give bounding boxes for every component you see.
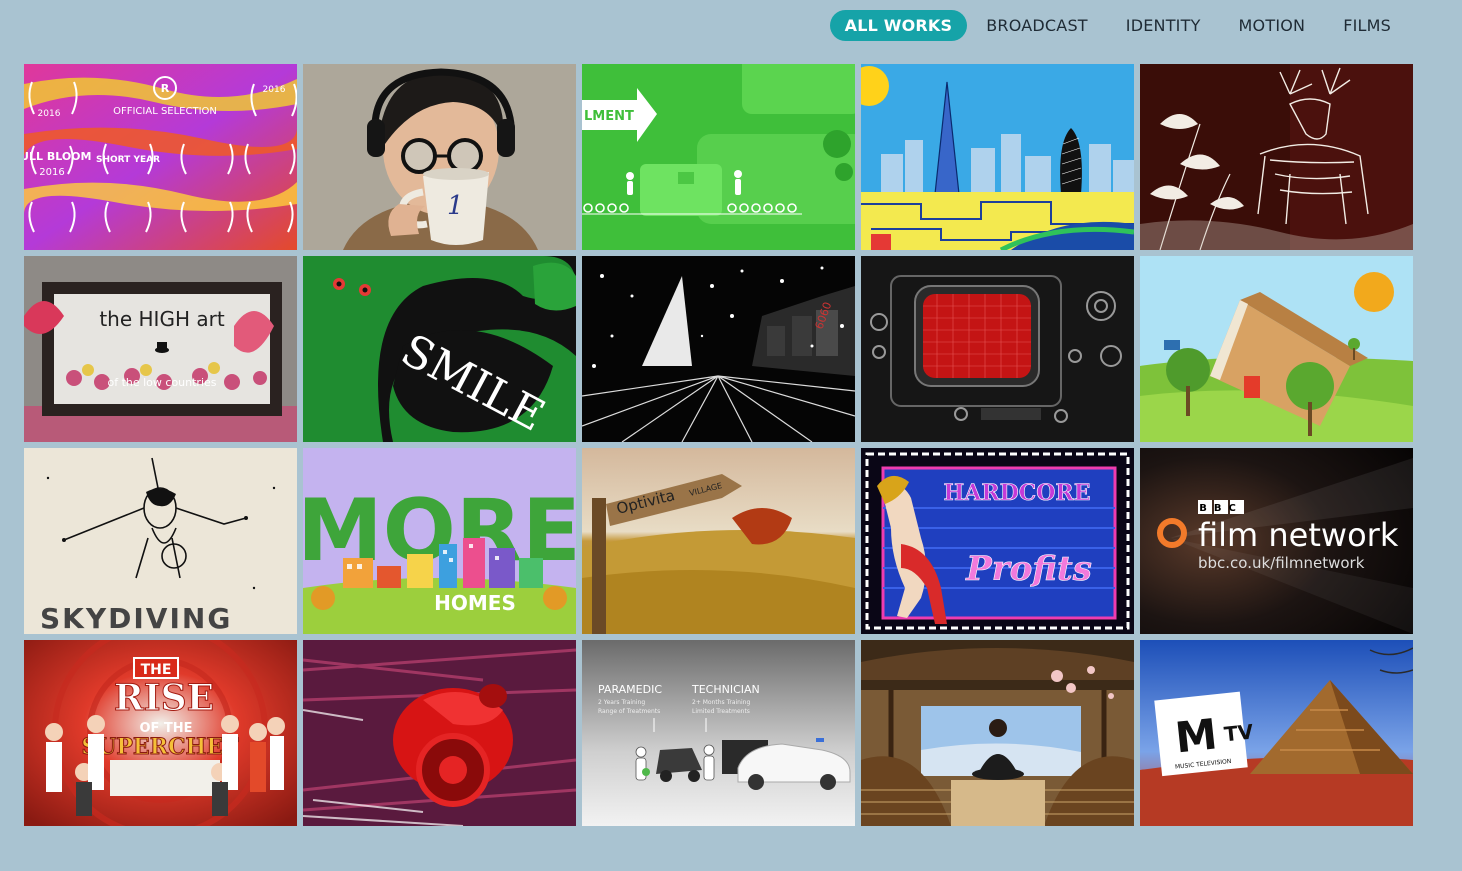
work-thumbnail-rise-of-the-superchef[interactable]: THE RISE OF THE SUPERCHEF (24, 640, 297, 826)
work-thumbnail-festival-laurels[interactable]: R OFFICIAL SELECTION FULL BLOOM 2016 SHO… (24, 64, 297, 250)
svg-text:RISE: RISE (114, 677, 214, 719)
thumbnail-image: HARDCORE Profits (861, 448, 1134, 634)
thumbnail-image: M TV MUSIC TELEVISION (1140, 640, 1413, 826)
svg-text:2 Years Training: 2 Years Training (598, 699, 645, 706)
thumbnail-image (1140, 256, 1413, 442)
filter-identity[interactable]: IDENTITY (1107, 10, 1220, 41)
tile-text: BBC (1199, 503, 1243, 514)
svg-text:of the low countries: of the low countries (107, 376, 216, 389)
svg-text:2016: 2016 (263, 85, 286, 95)
work-thumbnail-meditation-temple[interactable] (861, 640, 1134, 826)
svg-text:2016: 2016 (39, 167, 64, 178)
svg-text:Limited Treatments: Limited Treatments (692, 708, 750, 715)
work-thumbnail-vintage-radio[interactable] (861, 256, 1134, 442)
tile-text: SKYDIVING (40, 602, 232, 634)
svg-text:2+ Months Training: 2+ Months Training (692, 699, 750, 706)
svg-text:HOMES: HOMES (434, 591, 516, 615)
svg-text:bbc.co.uk/filmnetwork: bbc.co.uk/filmnetwork (1198, 554, 1365, 572)
svg-text:2016: 2016 (38, 109, 61, 119)
svg-text:TECHNICIAN: TECHNICIAN (691, 683, 760, 696)
tile-text: LMENT (584, 109, 634, 124)
category-filter-nav: ALL WORKS BROADCAST IDENTITY MOTION FILM… (829, 10, 1410, 41)
work-thumbnail-more-homes[interactable]: MORE HOMES (303, 448, 576, 634)
tile-text: 1 (447, 191, 464, 221)
filter-broadcast[interactable]: BROADCAST (967, 10, 1107, 41)
svg-text:SUPERCHEF: SUPERCHEF (81, 734, 239, 760)
thumbnail-image (861, 640, 1134, 826)
tile-text: HARDCORE (944, 480, 1091, 506)
svg-text:Range of Treatments: Range of Treatments (598, 708, 660, 715)
svg-text:TV: TV (1223, 719, 1255, 746)
work-thumbnail-skydiving[interactable]: SKYDIVING (24, 448, 297, 634)
tile-text: THE (141, 662, 172, 678)
thumbnail-image (303, 640, 576, 826)
work-thumbnail-bbc-film-network[interactable]: BBC film network bbc.co.uk/filmnetwork (1140, 448, 1413, 634)
works-grid: R OFFICIAL SELECTION FULL BLOOM 2016 SHO… (24, 64, 1413, 826)
thumbnail-image (1140, 64, 1413, 250)
filter-all-works[interactable]: ALL WORKS (829, 10, 968, 41)
thumbnail-image: Optivita VILLAGE (582, 448, 855, 634)
work-thumbnail-paramedic-technician[interactable]: PARAMEDIC 2 Years Training Range of Trea… (582, 640, 855, 826)
filter-films[interactable]: FILMS (1324, 10, 1410, 41)
thumbnail-image: 6060 (582, 256, 855, 442)
work-thumbnail-red-motorbike[interactable] (303, 640, 576, 826)
thumbnail-image: PARAMEDIC 2 Years Training Range of Trea… (582, 640, 855, 826)
work-thumbnail-stag[interactable] (1140, 64, 1413, 250)
work-thumbnail-mug-portrait[interactable]: 1 (303, 64, 576, 250)
tile-text: PARAMEDIC (598, 683, 662, 696)
svg-text:R: R (161, 82, 170, 95)
work-thumbnail-green-pension[interactable]: LMENT (582, 64, 855, 250)
svg-text:Profits: Profits (965, 549, 1092, 589)
thumbnail-image: BBC film network bbc.co.uk/filmnetwork (1140, 448, 1413, 634)
thumbnail-image: MORE HOMES (303, 448, 576, 634)
work-thumbnail-smile[interactable]: SMILE (303, 256, 576, 442)
thumbnail-image: R OFFICIAL SELECTION FULL BLOOM 2016 SHO… (24, 64, 297, 250)
work-thumbnail-hardcore-profits[interactable]: HARDCORE Profits (861, 448, 1134, 634)
thumbnail-image: SKYDIVING (24, 448, 297, 634)
filter-motion[interactable]: MOTION (1220, 10, 1325, 41)
work-thumbnail-optivita-village[interactable]: Optivita VILLAGE (582, 448, 855, 634)
tile-text: OFFICIAL SELECTION (113, 106, 217, 117)
thumbnail-image: 1 (303, 64, 576, 250)
svg-text:film network: film network (1198, 516, 1399, 554)
tile-text: the HIGH art (99, 307, 224, 331)
thumbnail-image (861, 64, 1134, 250)
svg-text:M: M (1173, 709, 1220, 762)
thumbnail-image (861, 256, 1134, 442)
thumbnail-image: LMENT (582, 64, 855, 250)
svg-text:SHORT YEAR: SHORT YEAR (96, 155, 160, 165)
work-thumbnail-mtv-pyramid[interactable]: M TV MUSIC TELEVISION (1140, 640, 1413, 826)
work-thumbnail-high-art[interactable]: the HIGH art of the low countries (24, 256, 297, 442)
thumbnail-image: SMILE (303, 256, 576, 442)
work-thumbnail-cartoon-house[interactable] (1140, 256, 1413, 442)
svg-text:FULL BLOOM: FULL BLOOM (24, 150, 91, 163)
thumbnail-image: the HIGH art of the low countries (24, 256, 297, 442)
work-thumbnail-bw-street[interactable]: 6060 (582, 256, 855, 442)
work-thumbnail-london-skyline[interactable] (861, 64, 1134, 250)
thumbnail-image: THE RISE OF THE SUPERCHEF (24, 640, 297, 826)
